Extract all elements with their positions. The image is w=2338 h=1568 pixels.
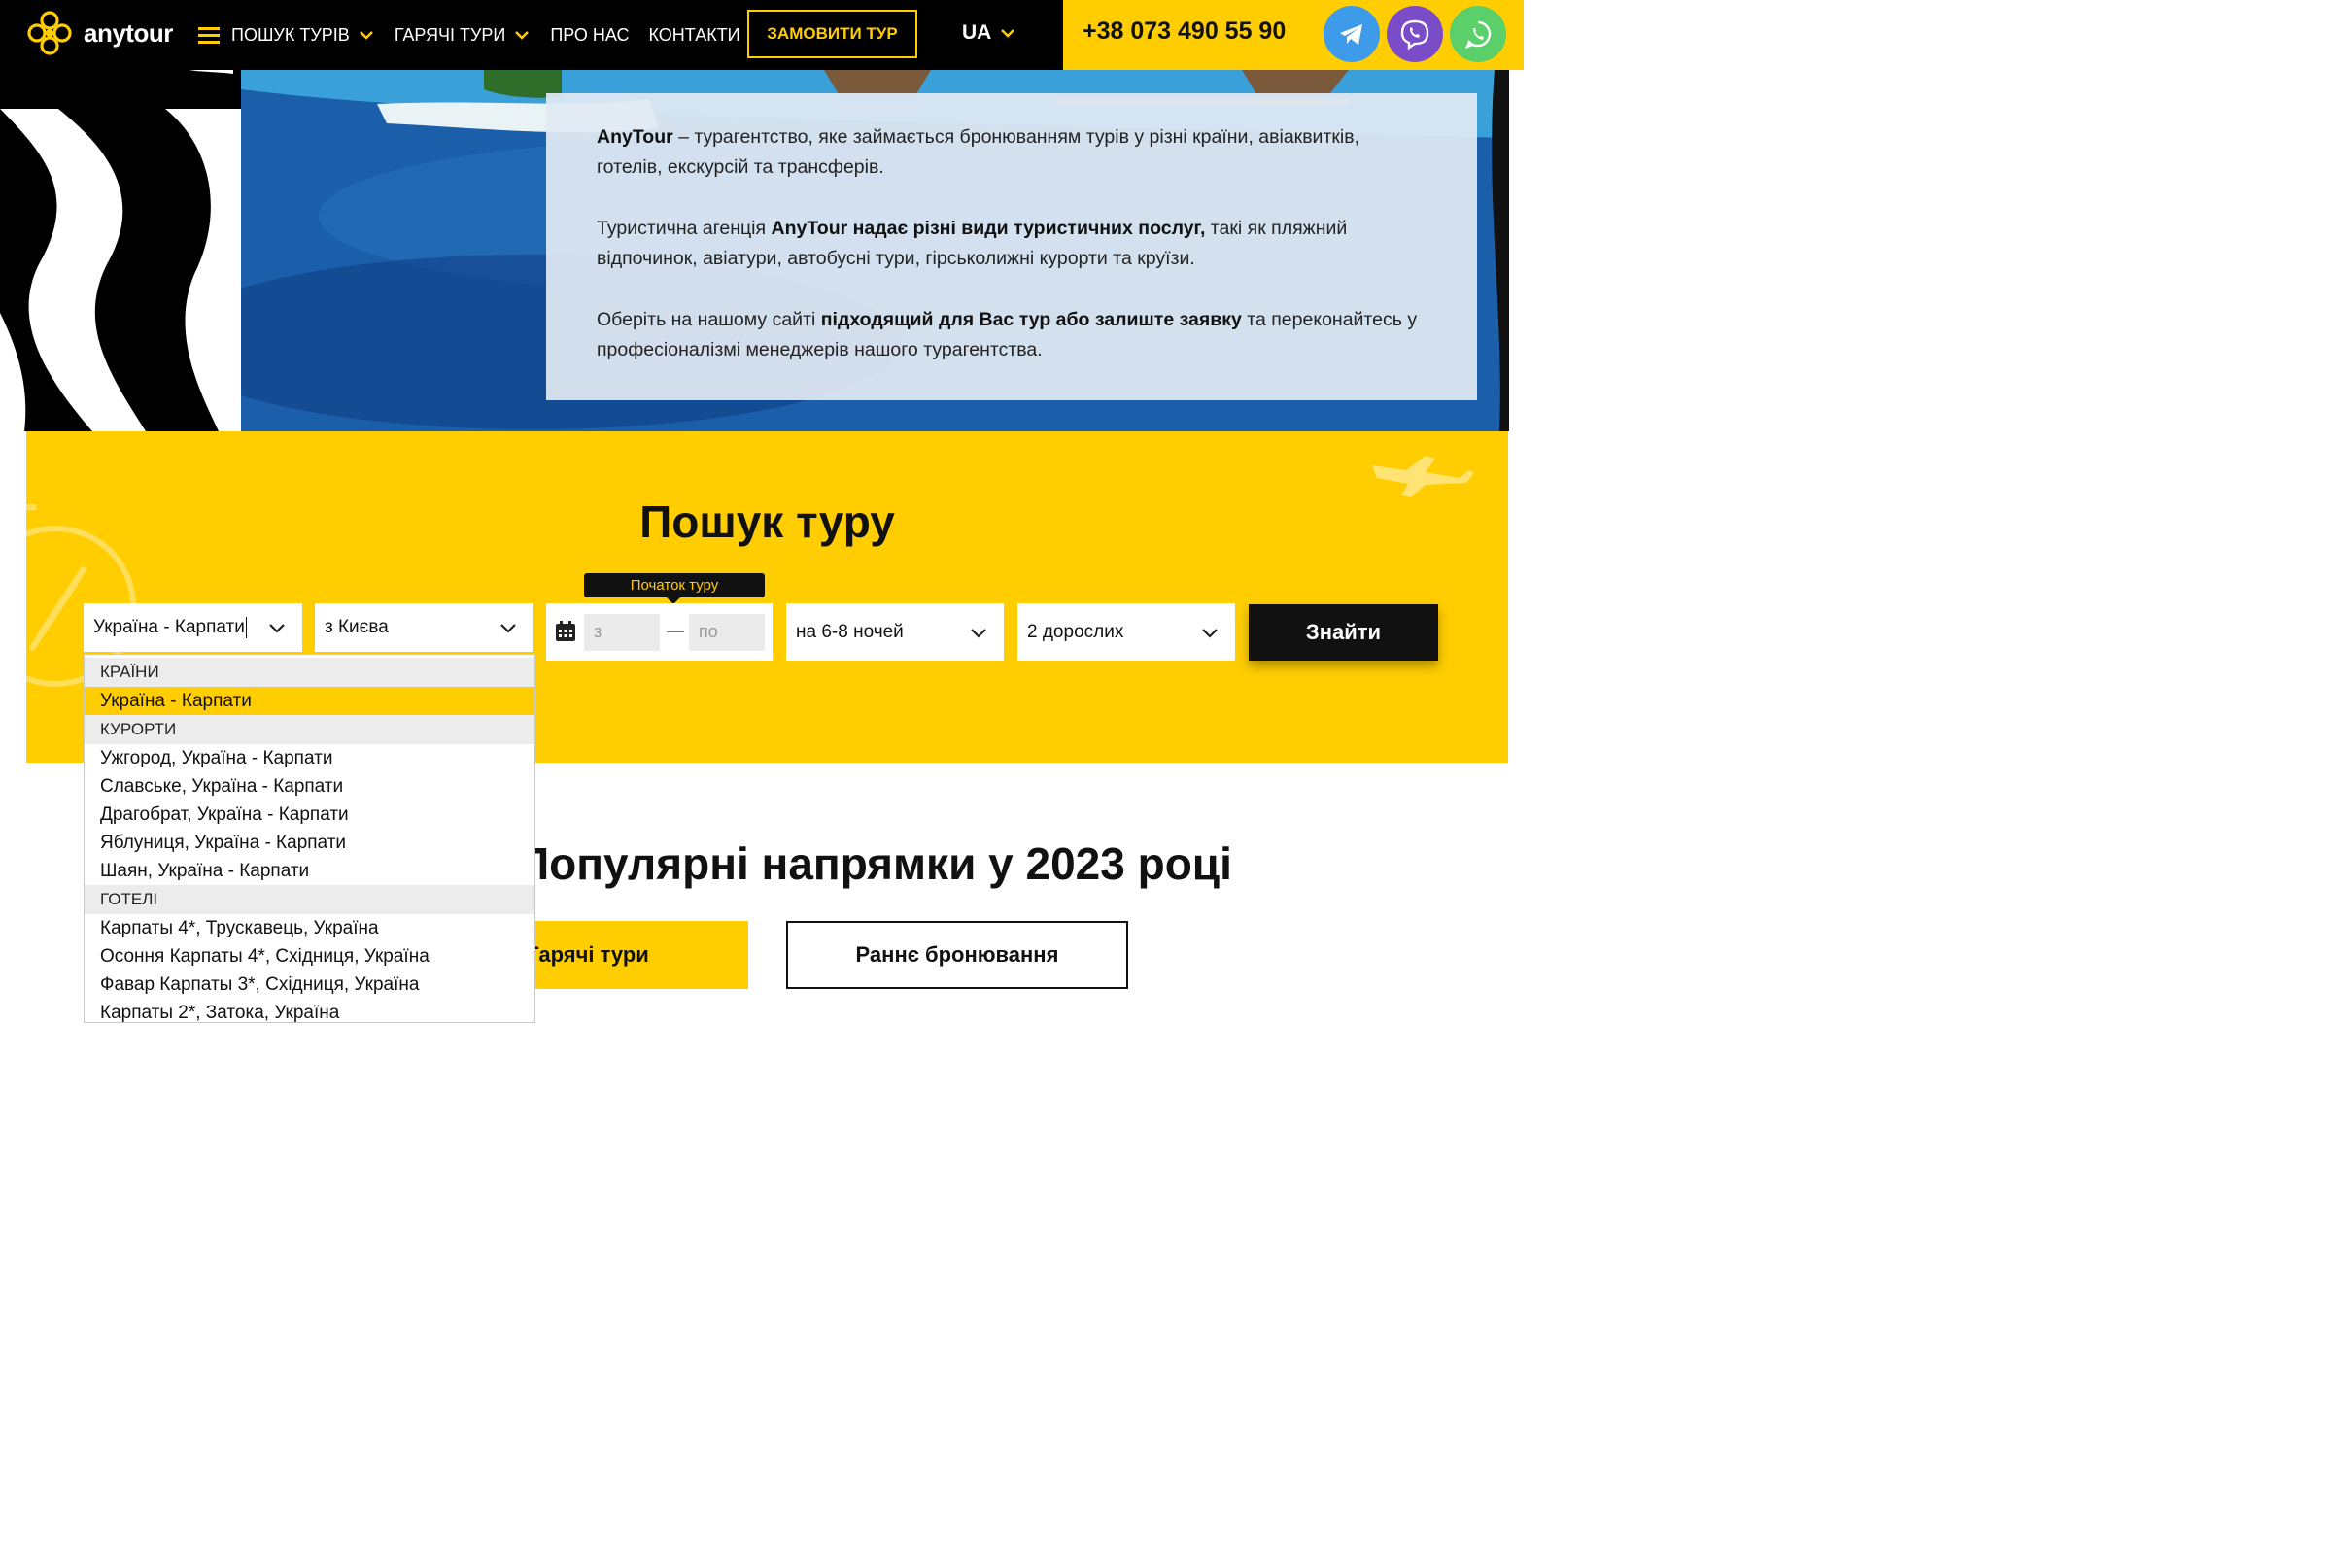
logo-text: anytour (84, 17, 173, 48)
contact-bar: +38 073 490 55 90 (1063, 0, 1524, 70)
travelers-value: 2 дорослих (1027, 621, 1124, 642)
dropdown-option[interactable]: Карпаты 2*, Затока, Україна (85, 999, 534, 1023)
logo-flower-icon (27, 11, 72, 55)
dropdown-option[interactable]: Шаян, Україна - Карпати (85, 857, 534, 885)
departure-city-value: з Києва (325, 617, 389, 637)
language-label: UA (962, 21, 992, 44)
phone-number[interactable]: +38 073 490 55 90 (1083, 17, 1286, 46)
dropdown-group-hotels: ГОТЕЛІ (85, 885, 534, 914)
travelers-select[interactable]: 2 дорослих (1017, 603, 1235, 661)
date-separator: — (667, 621, 684, 640)
date-from-input[interactable]: з (584, 614, 660, 651)
nav-about[interactable]: ПРО НАС (550, 25, 629, 46)
dropdown-option[interactable]: Карпаты 4*, Трускавець, Україна (85, 914, 534, 942)
country-select[interactable]: Україна - Карпати (84, 603, 302, 652)
nav-contacts[interactable]: КОНТАКТИ (649, 25, 740, 46)
nights-select[interactable]: на 6-8 ночей (786, 603, 1004, 661)
whatsapp-icon (1464, 20, 1492, 50)
telegram-icon (1340, 24, 1362, 45)
telegram-button[interactable] (1324, 6, 1380, 62)
nav-label: ПОШУК ТУРІВ (231, 24, 350, 45)
dropdown-option[interactable]: Осоння Карпаты 4*, Східниця, Україна (85, 942, 534, 971)
country-autocomplete-dropdown: КРАЇНИ Україна - Карпати КУРОРТИ Ужгород… (84, 654, 535, 1023)
nav-hot-tours[interactable]: ГАРЯЧІ ТУРИ (395, 25, 532, 46)
nav-search-tours[interactable]: ПОШУК ТУРІВ (198, 25, 375, 46)
date-range-field: з — по (546, 603, 773, 661)
whatsapp-button[interactable] (1450, 6, 1506, 62)
order-tour-button[interactable]: ЗАМОВИТИ ТУР (747, 10, 917, 58)
dropdown-option[interactable]: Ужгород, Україна - Карпати (85, 744, 534, 772)
menu-icon (198, 27, 220, 44)
nav-label: КОНТАКТИ (648, 24, 740, 45)
chevron-down-icon (1202, 629, 1218, 638)
find-tour-button[interactable]: Знайти (1249, 604, 1438, 661)
date-to-input[interactable]: по (689, 614, 765, 651)
dropdown-option[interactable]: Фавар Карпаты 3*, Східниця, Україна (85, 971, 534, 999)
search-title: Пошук туру (639, 496, 895, 547)
nav-label: ГАРЯЧІ ТУРИ (394, 24, 506, 45)
viber-icon (1400, 19, 1429, 51)
logo[interactable]: anytour (25, 9, 173, 57)
dropdown-option[interactable]: Славське, Україна - Карпати (85, 772, 534, 801)
about-paragraph-2: Туристична агенція AnyTour надає різні в… (597, 218, 1348, 269)
departure-city-select[interactable]: з Києва (315, 603, 533, 652)
dropdown-option[interactable]: Україна - Карпати (85, 687, 534, 715)
site-header: anytour ПОШУК ТУРІВ ГАРЯЧІ ТУРИ ПРО НАС … (0, 0, 1524, 70)
dropdown-group-resorts: КУРОРТИ (85, 715, 534, 744)
country-input-value[interactable]: Україна - Карпати (93, 617, 245, 638)
zebra-pattern-right (1509, 70, 1524, 431)
tab-early-booking[interactable]: Раннє бронювання (786, 921, 1128, 989)
about-paragraph-1: AnyTour – турагентство, яке займається б… (597, 126, 1360, 178)
zebra-stripes-graphic (0, 70, 241, 431)
viber-button[interactable] (1387, 6, 1443, 62)
dropdown-option[interactable]: Яблуниця, Україна - Карпати (85, 829, 534, 857)
chevron-down-icon (515, 31, 530, 40)
dropdown-option[interactable]: Драгобрат, Україна - Карпати (85, 801, 534, 829)
zebra-pattern (0, 70, 241, 431)
text-caret (245, 617, 247, 638)
nights-value: на 6-8 ночей (796, 621, 904, 642)
chevron-down-icon (359, 31, 373, 40)
main-nav: ПОШУК ТУРІВ ГАРЯЧІ ТУРИ ПРО НАС КОНТАКТИ (198, 0, 760, 70)
chevron-down-icon (500, 624, 516, 633)
about-paragraph-3: Оберіть на нашому сайті підходящий для В… (597, 309, 1418, 360)
calendar-icon[interactable] (554, 620, 577, 643)
chevron-down-icon (1001, 29, 1015, 38)
chevron-down-icon (269, 624, 285, 633)
nav-label: ПРО НАС (550, 24, 630, 45)
about-card: AnyTour – турагентство, яке займається б… (546, 93, 1477, 400)
date-start-tooltip: Початок туру (584, 573, 765, 604)
dropdown-group-countries: КРАЇНИ (85, 658, 534, 687)
language-selector[interactable]: UA (962, 21, 1016, 45)
chevron-down-icon (971, 629, 986, 638)
